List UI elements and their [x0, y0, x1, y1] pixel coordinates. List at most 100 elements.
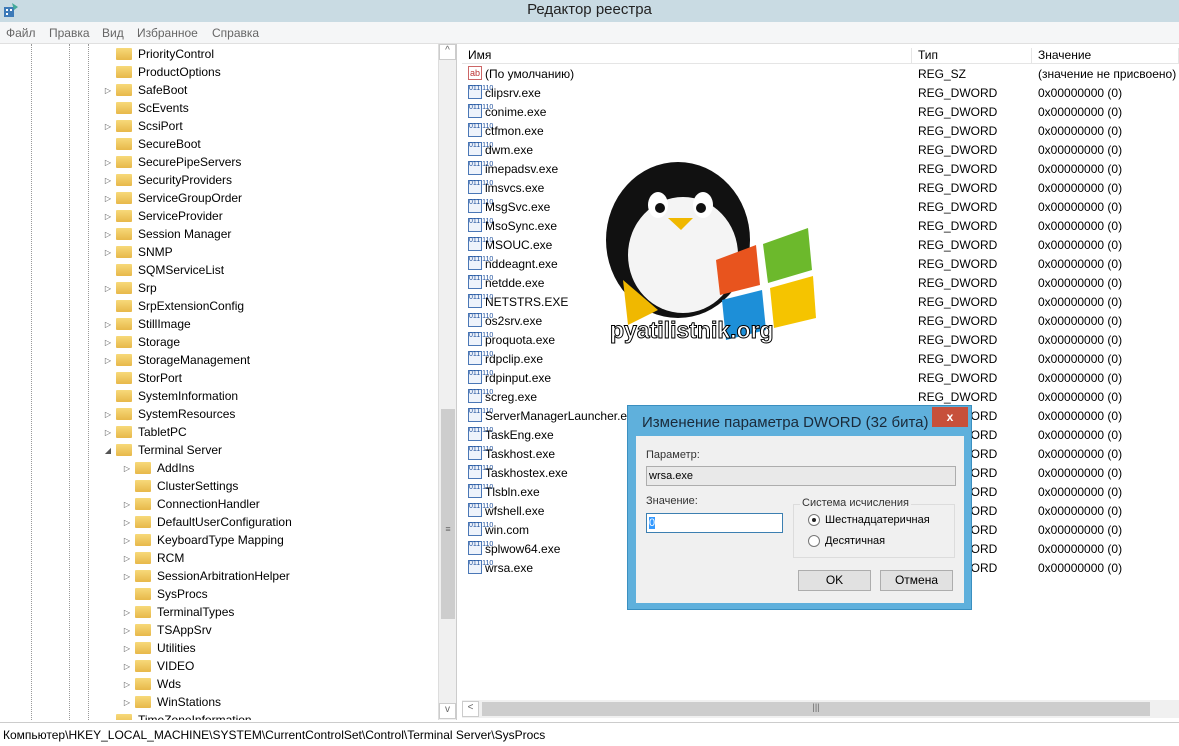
value-input[interactable]: 0 — [646, 513, 783, 533]
expand-arrow-icon[interactable]: ▷ — [122, 644, 132, 653]
expand-arrow-icon[interactable]: ▷ — [122, 554, 132, 563]
tree-item[interactable]: ▷ SecurePipeServers — [103, 153, 241, 171]
menu-help[interactable]: Справка — [212, 26, 259, 40]
expand-arrow-icon[interactable]: ▷ — [103, 248, 113, 257]
tree-item[interactable]: ▷ Storage — [103, 333, 180, 351]
menu-view[interactable]: Вид — [102, 26, 124, 40]
scroll-left-button[interactable]: < — [462, 701, 479, 717]
expand-arrow-icon[interactable]: ▷ — [103, 86, 113, 95]
tree-item[interactable]: ▷ SessionArbitrationHelper — [122, 567, 290, 585]
tree-item[interactable]: ◢ Terminal Server — [103, 441, 222, 459]
list-row[interactable]: 011 110 proquota.exe REG_DWORD 0x00000000 (… — [462, 330, 1179, 349]
scroll-down-button[interactable]: v — [439, 703, 456, 719]
menu-favorites[interactable]: Избранное — [137, 26, 198, 40]
expand-arrow-icon[interactable]: ▷ — [103, 122, 113, 131]
list-row[interactable]: 011 110 clipsrv.exe REG_DWORD 0x00000000 (0… — [462, 83, 1179, 102]
list-row[interactable]: 011 110 MSOUC.exe REG_DWORD 0x00000000 (0) — [462, 235, 1179, 254]
tree-item[interactable]: ▷ SafeBoot — [103, 81, 187, 99]
expand-arrow-icon[interactable]: ▷ — [122, 518, 132, 527]
tree-item[interactable]: ▷ SNMP — [103, 243, 173, 261]
list-row[interactable]: 011 110 imepadsv.exe REG_DWORD 0x00000000 (… — [462, 159, 1179, 178]
expand-arrow-icon[interactable]: ▷ — [103, 158, 113, 167]
expand-arrow-icon[interactable]: ▷ — [122, 572, 132, 581]
list-row[interactable]: 011 110 NETSTRS.EXE REG_DWORD 0x00000000 (0… — [462, 292, 1179, 311]
tree-item[interactable]: ▷ Utilities — [122, 639, 196, 657]
ok-button[interactable]: OK — [798, 570, 871, 591]
tree-item[interactable]: ▷ ServiceGroupOrder — [103, 189, 242, 207]
tree-item[interactable]: ▷ StorageManagement — [103, 351, 250, 369]
expand-arrow-icon[interactable]: ▷ — [103, 194, 113, 203]
tree-item[interactable]: ▷ VIDEO — [122, 657, 194, 675]
list-row[interactable]: 011 110 MsgSvc.exe REG_DWORD 0x00000000 (0) — [462, 197, 1179, 216]
list-row[interactable]: 011 110 netdde.exe REG_DWORD 0x00000000 (0) — [462, 273, 1179, 292]
tree-item[interactable]: ▷ KeyboardType Mapping — [122, 531, 284, 549]
tree-item[interactable]: ▷ Srp — [103, 279, 157, 297]
list-row[interactable]: 011 110 rdpinput.exe REG_DWORD 0x00000000 (… — [462, 368, 1179, 387]
tree-item[interactable]: ▷ ScsiPort — [103, 117, 183, 135]
tree-item[interactable]: ScEvents — [103, 99, 189, 117]
list-row[interactable]: 011 110 MsoSync.exe REG_DWORD 0x00000000 (0… — [462, 216, 1179, 235]
expand-arrow-icon[interactable]: ▷ — [103, 320, 113, 329]
tree-item[interactable]: StorPort — [103, 369, 182, 387]
expanded-arrow-icon[interactable]: ◢ — [103, 446, 113, 455]
list-row[interactable]: 011 110 dwm.exe REG_DWORD 0x00000000 (0) — [462, 140, 1179, 159]
column-header-name[interactable]: Имя — [462, 48, 912, 64]
expand-arrow-icon[interactable]: ▷ — [103, 356, 113, 365]
expand-arrow-icon[interactable]: ▷ — [103, 410, 113, 419]
tree-item[interactable]: ▷ ServiceProvider — [103, 207, 223, 225]
registry-tree[interactable]: PriorityControl ProductOptions ▷ SafeBoot Sc… — [0, 44, 457, 720]
scroll-thumb[interactable]: ≡ — [441, 409, 455, 619]
expand-arrow-icon[interactable]: ▷ — [103, 338, 113, 347]
tree-item[interactable]: ▷ TSAppSrv — [122, 621, 212, 639]
tree-item[interactable]: ▷ DefaultUserConfiguration — [122, 513, 292, 531]
radio-dec[interactable]: Десятичная — [808, 535, 885, 547]
expand-arrow-icon[interactable]: ▷ — [122, 464, 132, 473]
tree-item[interactable]: SrpExtensionConfig — [103, 297, 244, 315]
tree-item[interactable]: ▷ SystemResources — [103, 405, 235, 423]
column-header-type[interactable]: Тип — [912, 48, 1032, 64]
menu-file[interactable]: Файл — [6, 26, 36, 40]
list-horizontal-scrollbar[interactable]: < ||| — [462, 700, 1179, 718]
tree-item[interactable]: ▷ AddIns — [122, 459, 194, 477]
tree-item[interactable]: ▷ StillImage — [103, 315, 191, 333]
scroll-up-button[interactable]: ^ — [439, 44, 456, 60]
tree-item[interactable]: SystemInformation — [103, 387, 238, 405]
expand-arrow-icon[interactable]: ▷ — [122, 698, 132, 707]
tree-item[interactable]: TimeZoneInformation — [103, 711, 252, 720]
tree-vertical-scrollbar[interactable]: ^ ≡ v — [438, 44, 456, 720]
cancel-button[interactable]: Отмена — [880, 570, 953, 591]
dialog-close-button[interactable]: x — [932, 407, 968, 427]
tree-item[interactable]: ▷ Wds — [122, 675, 181, 693]
expand-arrow-icon[interactable]: ▷ — [103, 212, 113, 221]
tree-item[interactable]: ▷ WinStations — [122, 693, 221, 711]
scroll-thumb[interactable]: ||| — [482, 702, 1150, 716]
tree-item[interactable]: SecureBoot — [103, 135, 201, 153]
expand-arrow-icon[interactable]: ▷ — [122, 626, 132, 635]
tree-item[interactable]: ▷ TerminalTypes — [122, 603, 234, 621]
list-row[interactable]: 011 110 conime.exe REG_DWORD 0x00000000 (0) — [462, 102, 1179, 121]
tree-item[interactable]: ProductOptions — [103, 63, 221, 81]
tree-item[interactable]: ▷ SecurityProviders — [103, 171, 232, 189]
tree-item[interactable]: SysProcs — [122, 585, 208, 603]
tree-item[interactable]: ▷ ConnectionHandler — [122, 495, 260, 513]
list-row[interactable]: ab (По умолчанию) REG_SZ (значение не присв… — [462, 64, 1179, 83]
list-row[interactable]: 011 110 screg.exe REG_DWORD 0x00000000 (0) — [462, 387, 1179, 406]
tree-item[interactable]: ▷ TabletPC — [103, 423, 187, 441]
list-row[interactable]: 011 110 rdpclip.exe REG_DWORD 0x00000000 (0… — [462, 349, 1179, 368]
expand-arrow-icon[interactable]: ▷ — [103, 230, 113, 239]
expand-arrow-icon[interactable]: ▷ — [122, 662, 132, 671]
tree-item[interactable]: ▷ RCM — [122, 549, 184, 567]
expand-arrow-icon[interactable]: ▷ — [103, 176, 113, 185]
tree-item[interactable]: PriorityControl — [103, 45, 214, 63]
menu-edit[interactable]: Правка — [49, 26, 90, 40]
list-row[interactable]: 011 110 os2srv.exe REG_DWORD 0x00000000 (0) — [462, 311, 1179, 330]
expand-arrow-icon[interactable]: ▷ — [103, 428, 113, 437]
radio-hex[interactable]: Шестнадцатеричная — [808, 514, 930, 526]
tree-item[interactable]: SQMServiceList — [103, 261, 224, 279]
expand-arrow-icon[interactable]: ▷ — [122, 608, 132, 617]
list-row[interactable]: 011 110 nddeagnt.exe REG_DWORD 0x00000000 (… — [462, 254, 1179, 273]
list-row[interactable]: 011 110 lmsvcs.exe REG_DWORD 0x00000000 (0) — [462, 178, 1179, 197]
expand-arrow-icon[interactable]: ▷ — [122, 500, 132, 509]
values-list[interactable]: Имя Тип Значение ab (По умолчанию) REG_SZ (… — [462, 44, 1179, 720]
list-row[interactable]: 011 110 ctfmon.exe REG_DWORD 0x00000000 (0) — [462, 121, 1179, 140]
